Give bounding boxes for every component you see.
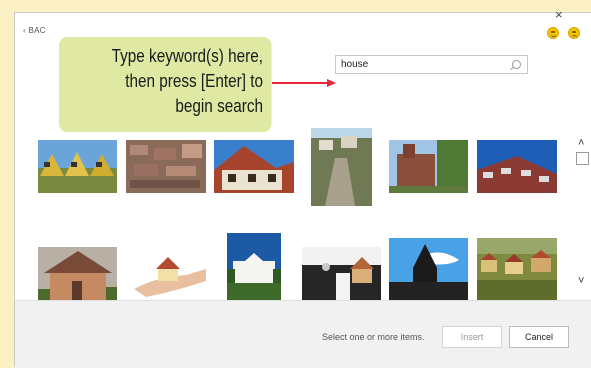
tudor-house-image[interactable]: [214, 140, 294, 193]
insert-button[interactable]: Insert: [442, 326, 502, 348]
frown-icon[interactable]: [568, 27, 580, 39]
instruction-callout: Type keyword(s) here, then press [Enter]…: [59, 37, 272, 132]
search-input[interactable]: house: [335, 55, 528, 74]
search-icon[interactable]: [512, 60, 521, 69]
stone-house-image[interactable]: [38, 247, 117, 300]
cancel-button[interactable]: Cancel: [509, 326, 569, 348]
scroll-up-icon[interactable]: ˄: [578, 137, 584, 149]
hand-holding-house-image[interactable]: [126, 247, 206, 300]
callout-line-1: Type keyword(s) here,: [111, 46, 263, 66]
close-icon[interactable]: ×: [555, 8, 563, 21]
village-image[interactable]: [477, 238, 557, 300]
cliff-town-image[interactable]: [311, 128, 372, 206]
callout-arrow: [272, 79, 336, 87]
city-rooftops-image[interactable]: [477, 140, 557, 193]
church-image[interactable]: [389, 238, 468, 300]
aerial-town-image[interactable]: [126, 140, 206, 193]
search-value: house: [341, 59, 369, 70]
dialog-footer: [15, 300, 591, 368]
row-houses-image[interactable]: [38, 140, 117, 193]
white-house-image[interactable]: [227, 233, 281, 300]
smile-icon[interactable]: [547, 27, 559, 39]
scrollbar-thumb[interactable]: [576, 152, 589, 165]
callout-line-2: then press [Enter] to: [125, 71, 264, 91]
castle-ruin-image[interactable]: [389, 140, 468, 193]
keys-house-image[interactable]: [302, 247, 381, 300]
callout-line-3: begin search: [175, 96, 263, 116]
scroll-down-icon[interactable]: ˅: [578, 275, 584, 287]
back-link[interactable]: ‹ BAC: [23, 26, 46, 35]
selection-status: Select one or more items.: [322, 332, 425, 342]
